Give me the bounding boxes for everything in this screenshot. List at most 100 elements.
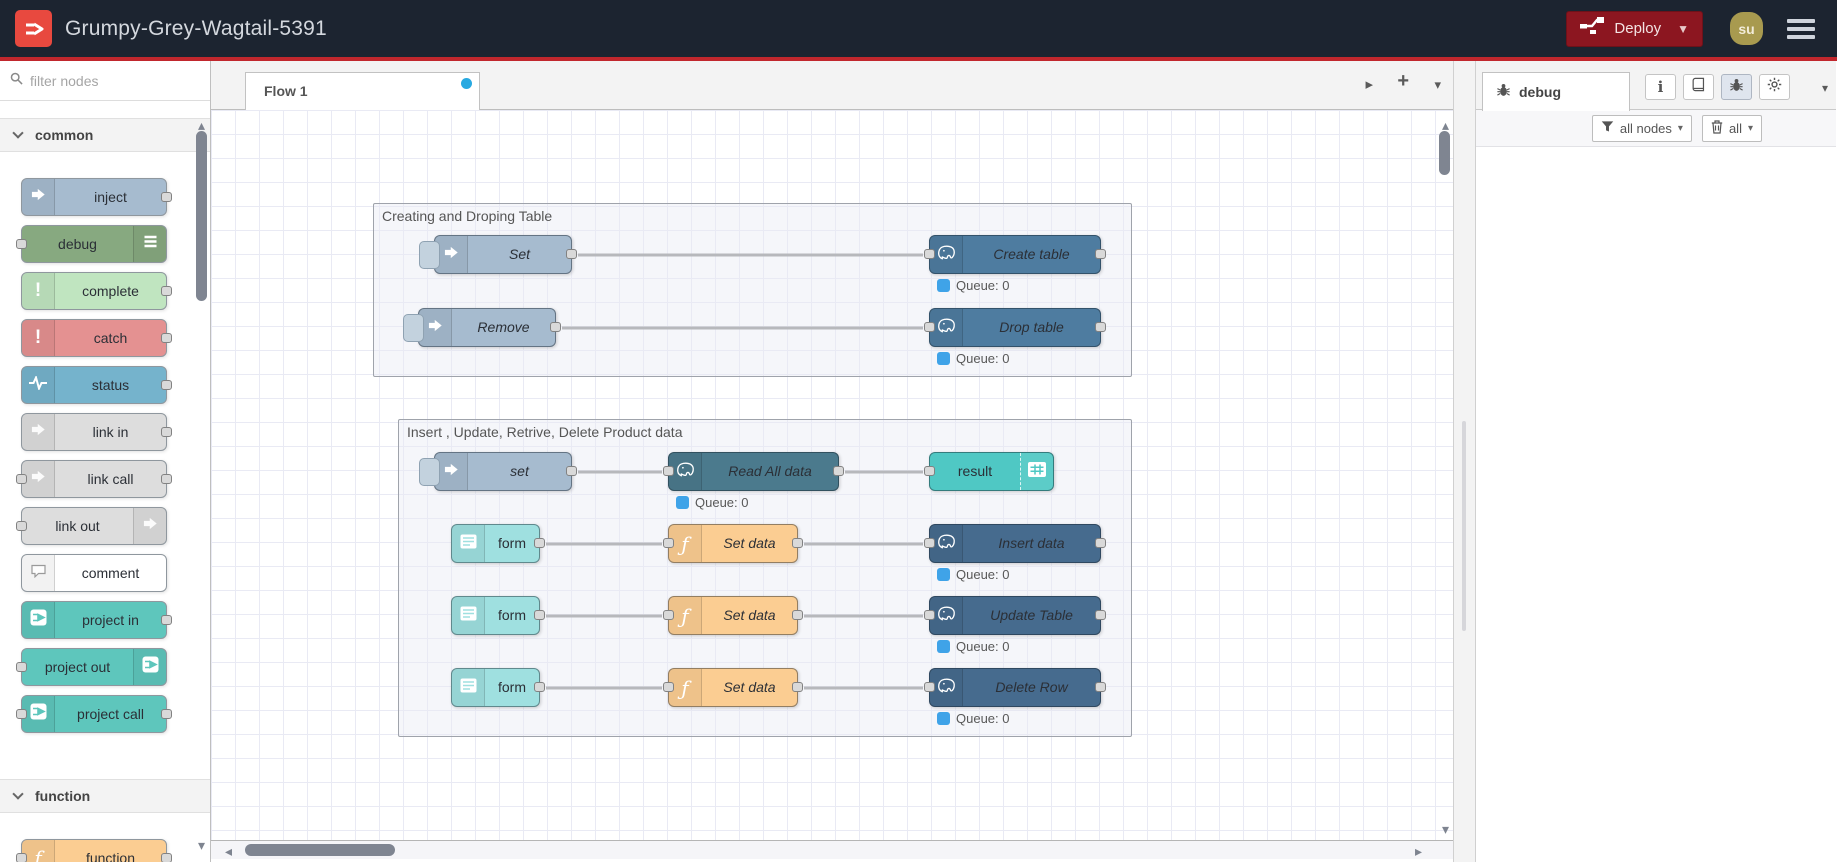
palette-scroll-up-icon[interactable]: ▴ — [198, 118, 205, 132]
flow-menu-chevron-icon[interactable]: ▾ — [1434, 77, 1441, 93]
node-output-port[interactable] — [1095, 682, 1106, 692]
palette-node-comment[interactable]: comment — [21, 554, 167, 592]
flow-node-remove[interactable]: Remove — [403, 308, 561, 347]
main-menu-icon[interactable] — [1787, 15, 1815, 43]
flow-node-form2[interactable]: form — [451, 596, 545, 635]
node-output-port[interactable] — [550, 322, 561, 332]
deploy-button[interactable]: Deploy ▼ — [1566, 10, 1703, 47]
palette-node-status[interactable]: status — [21, 366, 172, 404]
flow-canvas[interactable]: ▴ ▾ ◂ ▸ Creating and Droping Table Insert… — [211, 110, 1453, 862]
flow-node-delete[interactable]: Delete Row — [924, 668, 1106, 707]
sidebar-button-info[interactable]: i — [1645, 74, 1676, 100]
palette-filter-input[interactable] — [30, 72, 190, 89]
node-output-port[interactable] — [566, 249, 577, 259]
node-output-port[interactable] — [161, 380, 172, 390]
flow-node-read[interactable]: Read All data — [663, 452, 844, 491]
canvas-vscrollbar-thumb[interactable] — [1439, 131, 1450, 175]
node-input-port[interactable] — [16, 662, 27, 672]
node-input-port[interactable] — [924, 249, 935, 259]
add-flow-button[interactable]: + — [1397, 70, 1409, 93]
node-input-port[interactable] — [16, 474, 27, 484]
palette-node-link-out[interactable]: link out — [16, 507, 167, 545]
deploy-options-chevron-icon[interactable]: ▼ — [1677, 22, 1689, 36]
node-input-port[interactable] — [663, 610, 674, 620]
node-output-port[interactable] — [534, 610, 545, 620]
debug-clear-button[interactable]: all ▾ — [1701, 114, 1762, 142]
tab-debug[interactable]: debug — [1482, 72, 1630, 111]
flow-node-fn3[interactable]: ƒ Set data — [663, 668, 803, 707]
node-output-port[interactable] — [1095, 538, 1106, 548]
flow-node-fn2[interactable]: ƒ Set data — [663, 596, 803, 635]
node-input-port[interactable] — [924, 538, 935, 548]
palette-category-common[interactable]: common — [0, 118, 210, 152]
node-input-port[interactable] — [663, 682, 674, 692]
node-output-port[interactable] — [566, 466, 577, 476]
palette-scrollbar-thumb[interactable] — [196, 131, 207, 301]
palette-scroll-down-icon[interactable]: ▾ — [198, 838, 205, 852]
user-avatar[interactable]: su — [1730, 12, 1763, 45]
node-input-port[interactable] — [16, 239, 27, 249]
flow-node-fn1[interactable]: ƒ Set data — [663, 524, 803, 563]
palette-node-debug[interactable]: debug — [16, 225, 167, 263]
node-input-port[interactable] — [663, 538, 674, 548]
flow-node-create[interactable]: Create table — [924, 235, 1106, 274]
separator-drag-handle[interactable] — [1462, 421, 1466, 631]
node-output-port[interactable] — [1095, 322, 1106, 332]
palette-node-complete[interactable]: ! complete — [21, 272, 172, 310]
palette-node-link-call[interactable]: link call — [16, 460, 172, 498]
palette-node-function[interactable]: ƒ function — [16, 839, 172, 862]
node-output-port[interactable] — [1095, 610, 1106, 620]
node-output-port[interactable] — [534, 682, 545, 692]
flow-node-drop[interactable]: Drop table — [924, 308, 1106, 347]
flow-node-insert[interactable]: Insert data — [924, 524, 1106, 563]
sidebar-button-bug[interactable] — [1721, 74, 1752, 100]
inject-trigger-button[interactable] — [419, 458, 440, 486]
node-input-port[interactable] — [16, 709, 27, 719]
flow-group-1[interactable]: Creating and Droping Table — [373, 203, 1132, 377]
node-output-port[interactable] — [1095, 249, 1106, 259]
node-output-port[interactable] — [161, 709, 172, 719]
palette-node-inject[interactable]: inject — [21, 178, 172, 216]
palette-node-link-in[interactable]: link in — [21, 413, 172, 451]
node-input-port[interactable] — [924, 466, 935, 476]
node-input-port[interactable] — [924, 682, 935, 692]
inject-trigger-button[interactable] — [403, 314, 424, 342]
flow-node-set1[interactable]: Set — [419, 235, 577, 274]
node-output-port[interactable] — [534, 538, 545, 548]
node-input-port[interactable] — [16, 521, 27, 531]
node-output-port[interactable] — [792, 610, 803, 620]
canvas-scroll-left-icon[interactable]: ◂ — [225, 844, 232, 858]
node-output-port[interactable] — [161, 853, 172, 862]
node-output-port[interactable] — [161, 192, 172, 202]
flow-node-update[interactable]: Update Table — [924, 596, 1106, 635]
node-input-port[interactable] — [924, 322, 935, 332]
palette-node-project-call[interactable]: project call — [16, 695, 172, 733]
node-output-port[interactable] — [792, 538, 803, 548]
canvas-scroll-up-icon[interactable]: ▴ — [1442, 118, 1449, 132]
palette-category-function[interactable]: function — [0, 779, 210, 813]
inject-trigger-button[interactable] — [419, 241, 440, 269]
sidebar-separator[interactable] — [1453, 61, 1476, 862]
sidebar-button-book[interactable] — [1683, 74, 1714, 100]
node-input-port[interactable] — [924, 610, 935, 620]
flow-node-result[interactable]: result — [924, 452, 1054, 491]
node-output-port[interactable] — [161, 333, 172, 343]
node-output-port[interactable] — [833, 466, 844, 476]
tab-flow-1[interactable]: Flow 1 — [245, 72, 480, 111]
palette-node-catch[interactable]: ! catch — [21, 319, 172, 357]
node-output-port[interactable] — [792, 682, 803, 692]
canvas-scroll-down-icon[interactable]: ▾ — [1442, 822, 1449, 836]
palette-node-project-out[interactable]: project out — [16, 648, 167, 686]
node-input-port[interactable] — [16, 853, 27, 862]
node-output-port[interactable] — [161, 615, 172, 625]
flow-node-set2[interactable]: set — [419, 452, 577, 491]
canvas-hscrollbar-thumb[interactable] — [245, 844, 395, 856]
flow-node-form1[interactable]: form — [451, 524, 545, 563]
debug-filter-button[interactable]: all nodes ▾ — [1591, 114, 1692, 142]
flow-node-form3[interactable]: form — [451, 668, 545, 707]
node-output-port[interactable] — [161, 286, 172, 296]
node-input-port[interactable] — [663, 466, 674, 476]
node-output-port[interactable] — [161, 427, 172, 437]
canvas-scroll-right-icon[interactable]: ▸ — [1415, 844, 1422, 858]
open-tab-list-icon[interactable]: ▸ — [1365, 75, 1373, 93]
